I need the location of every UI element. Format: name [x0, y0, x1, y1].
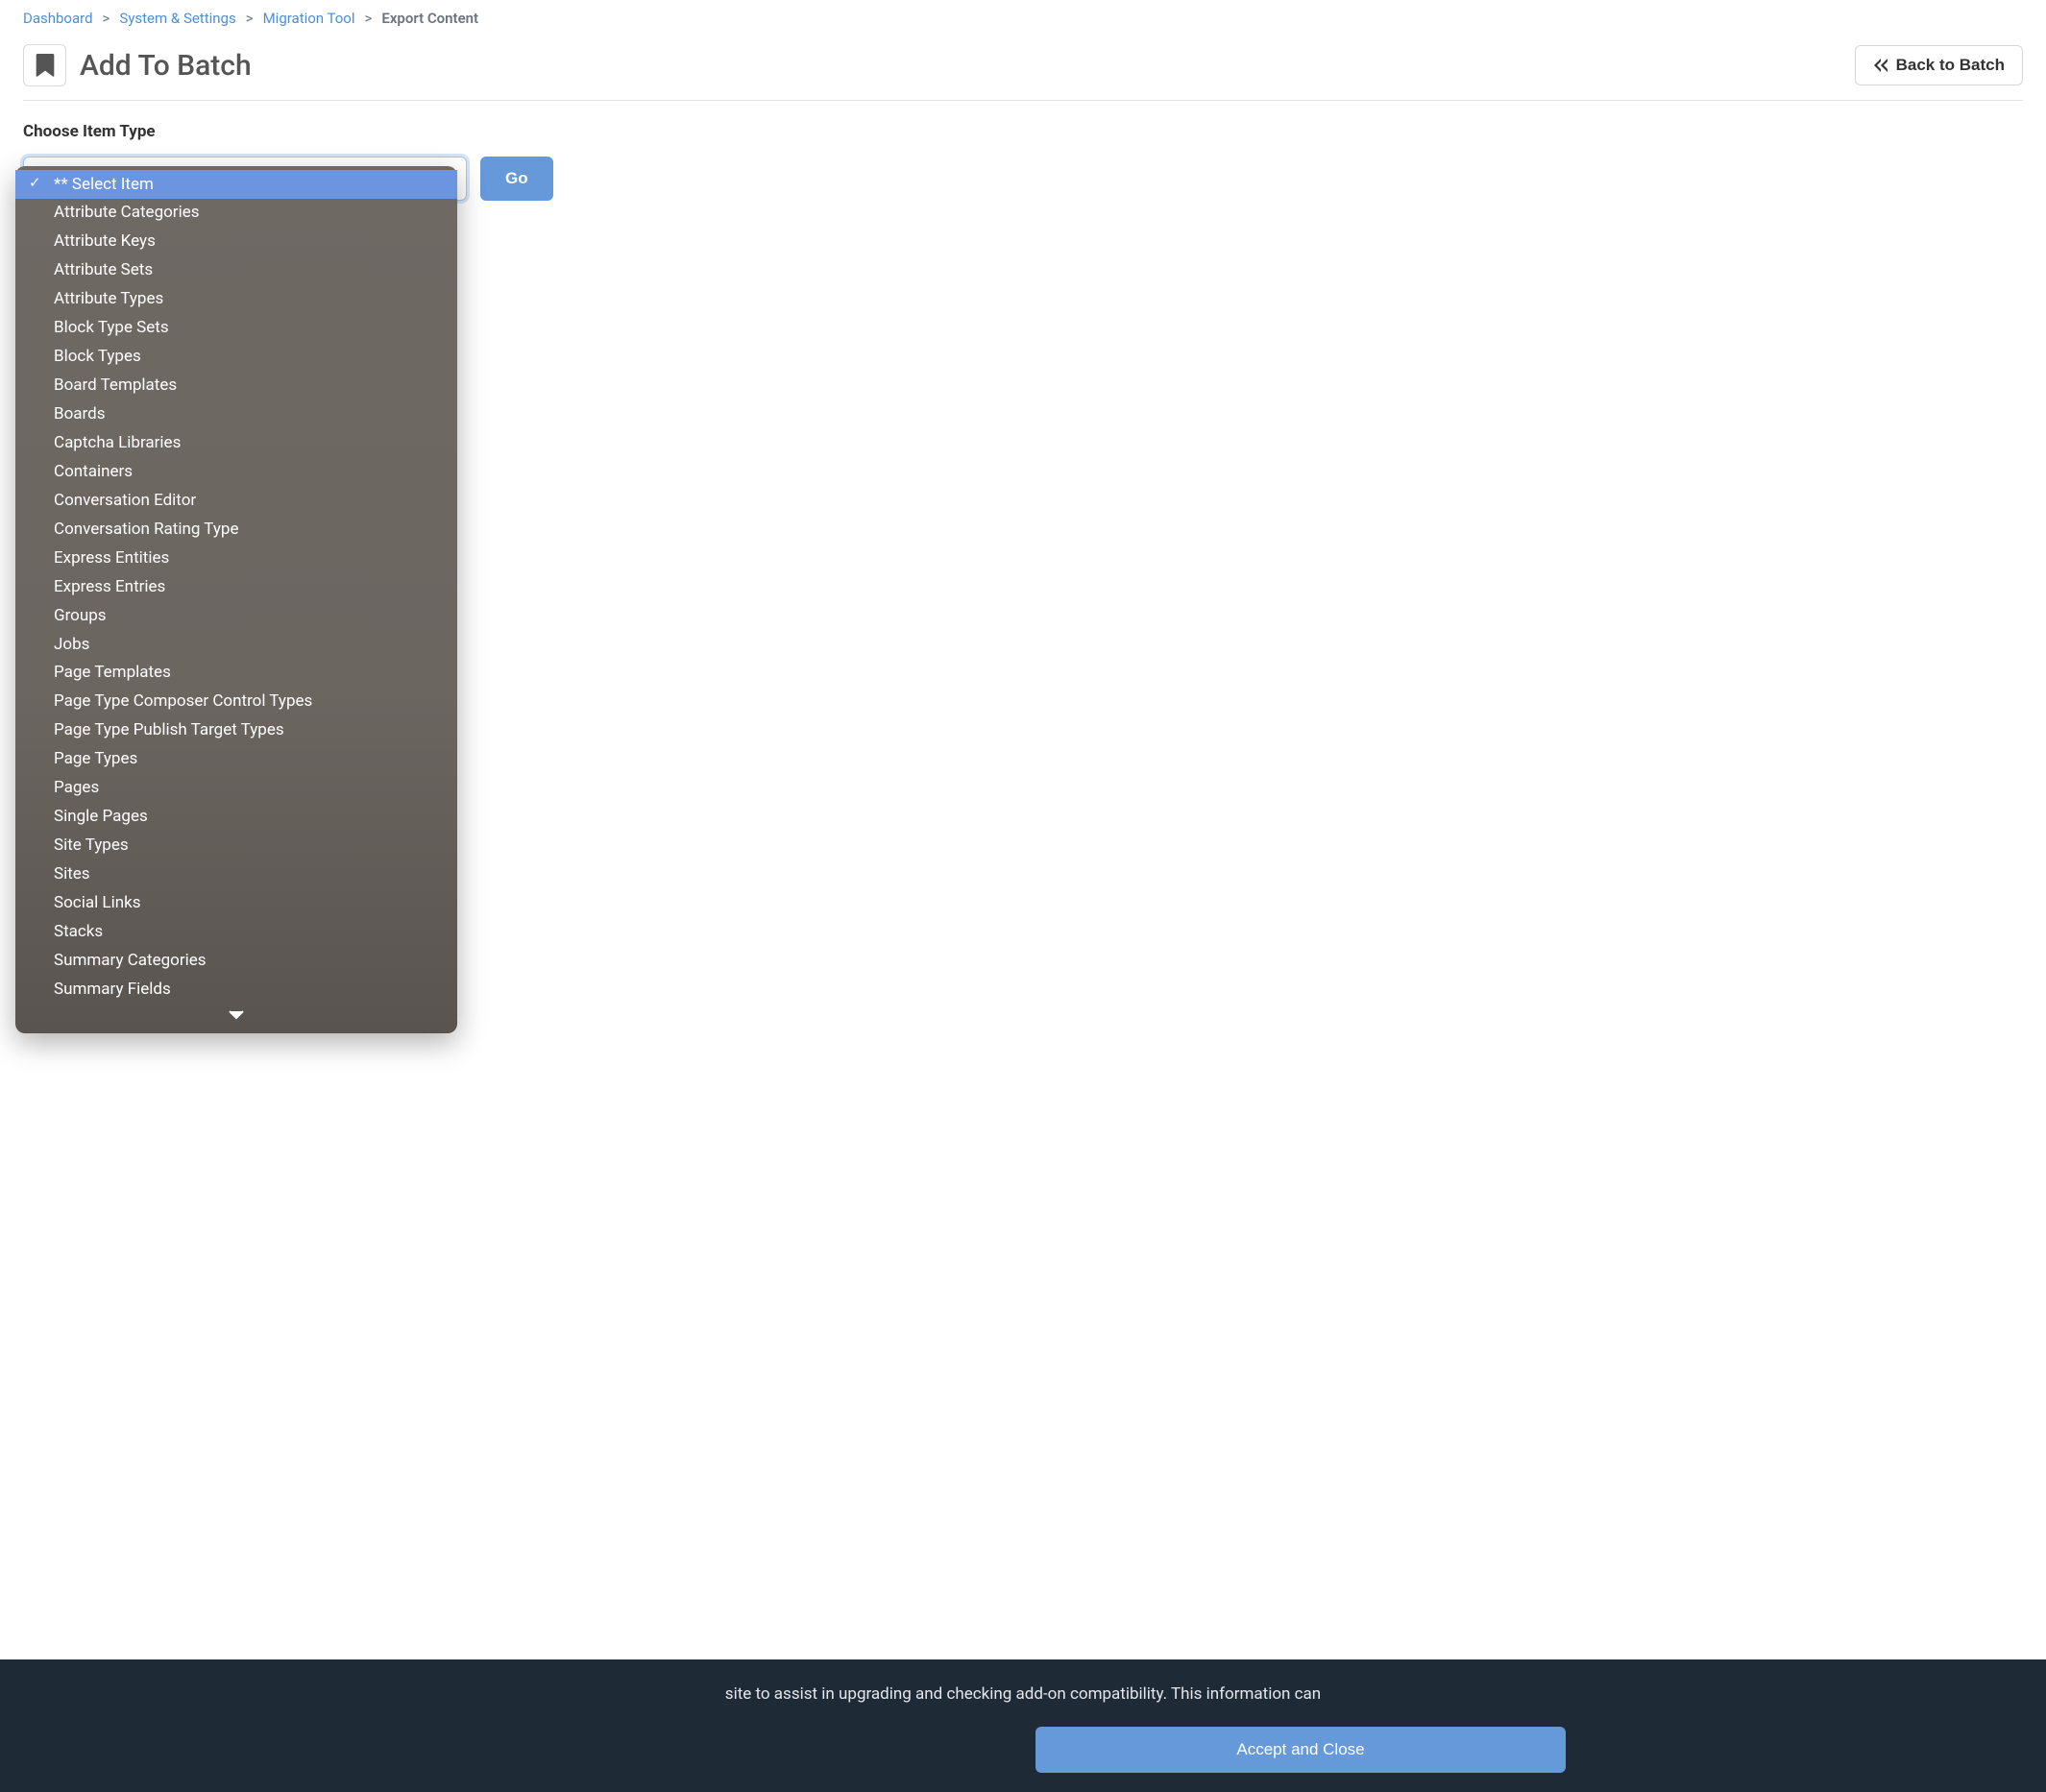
page-header: Add To Batch Back to Batch [23, 44, 2023, 101]
consent-footer: site to assist in upgrading and checking… [0, 1659, 2046, 1792]
go-button[interactable]: Go [480, 157, 553, 201]
dropdown-option-social-links[interactable]: Social Links [15, 888, 457, 917]
dropdown-option-page-types[interactable]: Page Types [15, 745, 457, 774]
dropdown-option-attribute-types[interactable]: Attribute Types [15, 285, 457, 314]
dropdown-option-containers[interactable]: Containers [15, 457, 457, 486]
dropdown-option-summary-fields[interactable]: Summary Fields [15, 975, 457, 1004]
dropdown-option-express-entities[interactable]: Express Entities [15, 544, 457, 572]
breadcrumb-current: Export Content [381, 10, 478, 27]
breadcrumb-migration-tool[interactable]: Migration Tool [263, 10, 355, 27]
page-title: Add To Batch [80, 49, 252, 83]
accept-and-close-button[interactable]: Accept and Close [1035, 1727, 1566, 1773]
dropdown-option-conversation-rating-type[interactable]: Conversation Rating Type [15, 515, 457, 544]
breadcrumb-sep: > [246, 10, 254, 27]
breadcrumb: Dashboard > System & Settings > Migratio… [23, 10, 2023, 27]
breadcrumb-sep: > [365, 10, 373, 27]
item-type-dropdown[interactable]: ** Select Item Attribute Categories Attr… [15, 166, 457, 1033]
dropdown-option-block-type-sets[interactable]: Block Type Sets [15, 314, 457, 343]
dropdown-option-conversation-editor[interactable]: Conversation Editor [15, 486, 457, 515]
dropdown-option-single-pages[interactable]: Single Pages [15, 803, 457, 832]
double-chevron-left-icon [1873, 59, 1888, 72]
dropdown-option-page-type-publish-target-types[interactable]: Page Type Publish Target Types [15, 716, 457, 745]
dropdown-option-pages[interactable]: Pages [15, 774, 457, 803]
breadcrumb-dashboard[interactable]: Dashboard [23, 10, 93, 27]
bookmark-icon [23, 44, 66, 86]
dropdown-option-block-types[interactable]: Block Types [15, 343, 457, 372]
back-to-batch-button[interactable]: Back to Batch [1855, 45, 2023, 85]
dropdown-option-page-type-composer-control-types[interactable]: Page Type Composer Control Types [15, 688, 457, 716]
dropdown-option-page-templates[interactable]: Page Templates [15, 659, 457, 688]
consent-text: site to assist in upgrading and checking… [23, 1684, 2023, 1704]
breadcrumb-system-settings[interactable]: System & Settings [119, 10, 235, 27]
dropdown-option-attribute-sets[interactable]: Attribute Sets [15, 256, 457, 285]
dropdown-option-captcha-libraries[interactable]: Captcha Libraries [15, 428, 457, 457]
dropdown-option-site-types[interactable]: Site Types [15, 832, 457, 860]
chevron-down-icon [229, 1010, 244, 1020]
dropdown-option-summary-categories[interactable]: Summary Categories [15, 946, 457, 975]
dropdown-option-board-templates[interactable]: Board Templates [15, 372, 457, 400]
dropdown-option-jobs[interactable]: Jobs [15, 630, 457, 659]
dropdown-option-select-item[interactable]: ** Select Item [15, 170, 457, 199]
dropdown-option-boards[interactable]: Boards [15, 400, 457, 429]
breadcrumb-sep: > [103, 10, 110, 27]
dropdown-scroll-down[interactable] [15, 1004, 457, 1026]
dropdown-option-stacks[interactable]: Stacks [15, 917, 457, 946]
dropdown-option-express-entries[interactable]: Express Entries [15, 572, 457, 601]
dropdown-option-attribute-categories[interactable]: Attribute Categories [15, 199, 457, 228]
dropdown-option-sites[interactable]: Sites [15, 860, 457, 889]
choose-item-type-label: Choose Item Type [23, 122, 2023, 141]
dropdown-option-attribute-keys[interactable]: Attribute Keys [15, 228, 457, 256]
back-to-batch-label: Back to Batch [1896, 56, 2005, 75]
dropdown-option-groups[interactable]: Groups [15, 601, 457, 630]
